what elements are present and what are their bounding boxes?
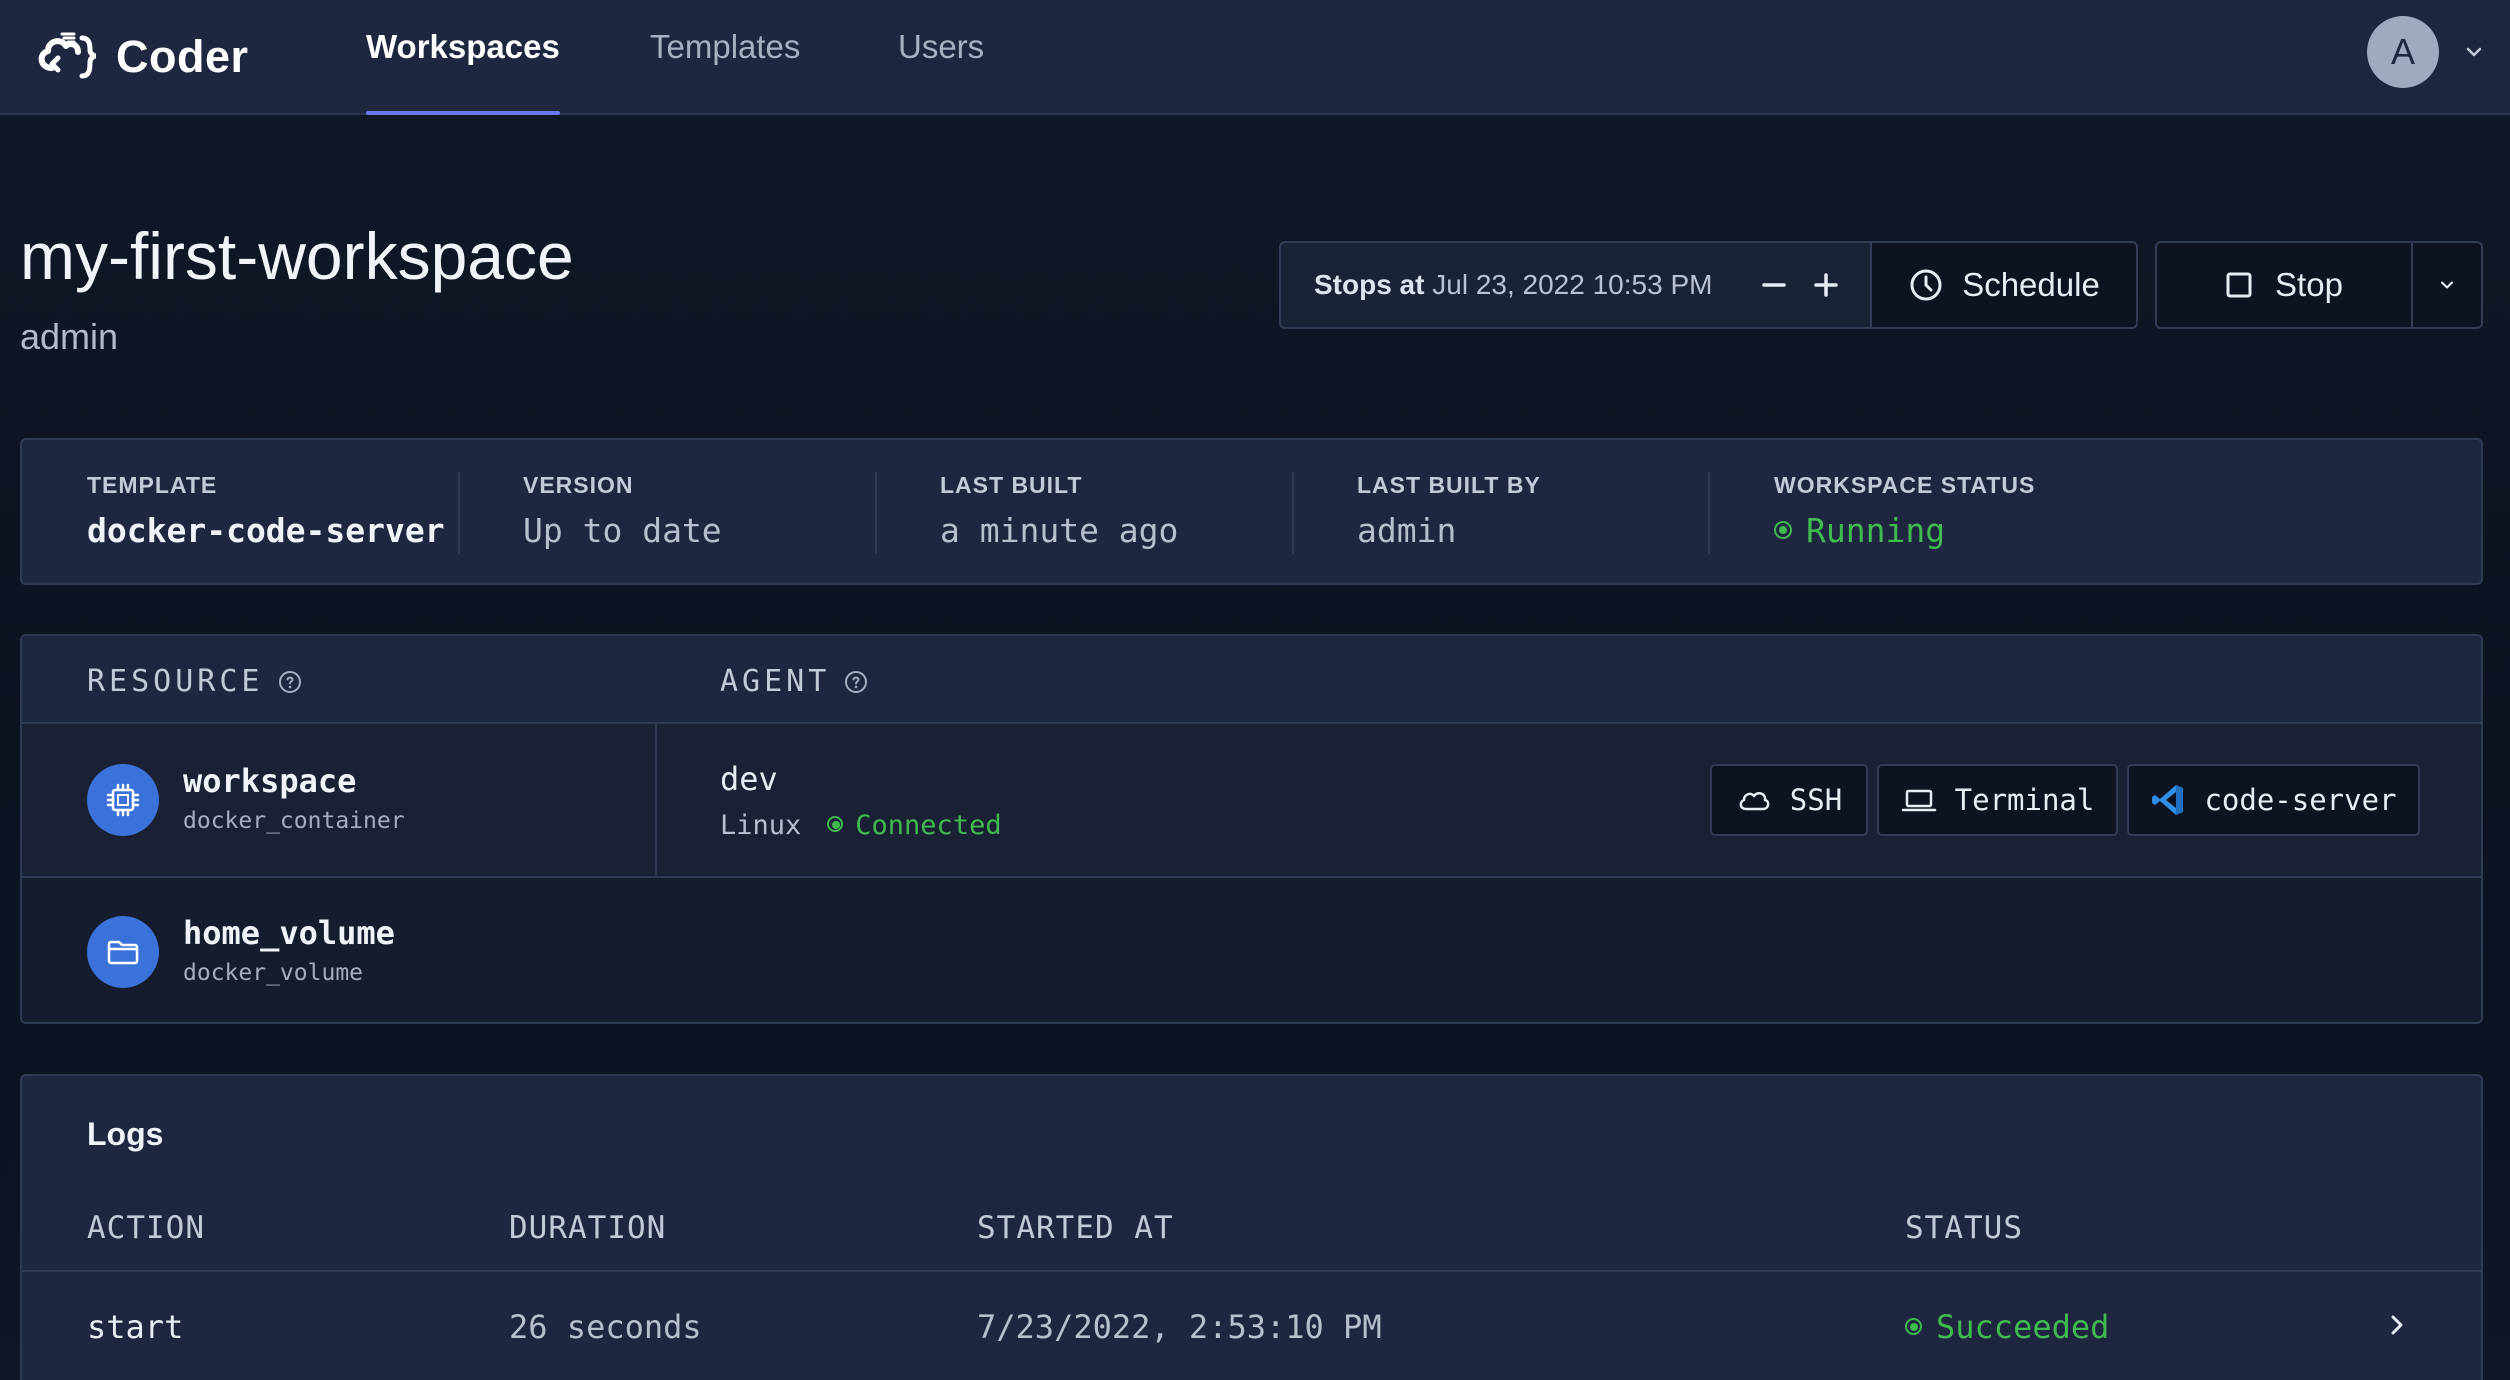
column-header-action: ACTION	[87, 1210, 205, 1246]
schedule-group: Stops at Jul 23, 2022 10:53 PM Schedule	[1279, 241, 2138, 329]
resource-name: workspace	[183, 762, 357, 800]
stop-button[interactable]: Stop	[2155, 241, 2413, 329]
decrease-deadline-button[interactable]	[1754, 265, 1794, 305]
agent-name: dev	[720, 760, 778, 798]
minus-icon	[1762, 283, 1786, 287]
cpu-chip-icon	[106, 783, 140, 817]
stop-label: Stop	[2275, 266, 2343, 303]
stat-value: Up to date	[523, 511, 722, 550]
agent-os: Linux	[720, 810, 802, 841]
chevron-down-icon	[2440, 281, 2454, 289]
app-name: Coder	[116, 31, 249, 82]
build-status-text: Succeeded	[1936, 1308, 2110, 1346]
agent-status: Connected	[827, 810, 1002, 841]
stop-square-icon	[2226, 272, 2252, 298]
stat-divider	[458, 472, 460, 554]
stat-label: LAST BUILT BY	[1357, 472, 1541, 498]
resources-table-header: RESOURCE AGENT	[22, 636, 2481, 724]
stops-at-text: Stops at Jul 23, 2022 10:53 PM	[1314, 269, 1712, 301]
column-header-started-at: STARTED AT	[977, 1210, 1174, 1246]
workspace-stats: TEMPLATE docker-code-server VERSION Up t…	[20, 438, 2483, 585]
stops-at-label: Stops at	[1314, 269, 1425, 300]
stat-last-built-by: LAST BUILT BY admin	[1357, 472, 1541, 550]
column-divider	[655, 724, 657, 878]
workspace-actions-menu-button[interactable]	[2411, 241, 2483, 329]
column-header-duration: DURATION	[509, 1210, 667, 1246]
vscode-icon	[2152, 785, 2184, 815]
build-status: Succeeded	[1905, 1308, 2109, 1346]
ssh-label: SSH	[1789, 783, 1843, 817]
nav-tab-templates[interactable]: Templates	[650, 28, 800, 115]
code-server-button[interactable]: code-server	[2127, 764, 2420, 836]
laptop-icon	[1901, 789, 1936, 812]
ssh-button[interactable]: SSH	[1710, 764, 1868, 836]
resource-avatar	[87, 916, 159, 988]
workspace-owner: admin	[20, 316, 119, 357]
help-icon[interactable]	[278, 670, 302, 694]
status-dot-icon	[827, 815, 844, 832]
stops-at-time: Jul 23, 2022 10:53 PM	[1432, 269, 1713, 300]
status-dot-icon	[1774, 520, 1792, 539]
stat-divider	[875, 472, 877, 554]
stat-workspace-status: WORKSPACE STATUS Running	[1774, 472, 2035, 550]
status-running: Running	[1774, 511, 2035, 550]
status-text: Running	[1806, 511, 1946, 550]
chevron-right-icon[interactable]	[2382, 1310, 2412, 1340]
workspace-title: my-first-workspace	[20, 219, 574, 293]
terminal-label: Terminal	[1954, 783, 2095, 817]
coder-logo[interactable]: Coder	[34, 22, 249, 92]
build-started-at: 7/23/2022, 2:53:10 PM	[977, 1308, 1382, 1346]
plus-icon	[1814, 273, 1838, 297]
nav-tab-workspaces[interactable]: Workspaces	[366, 28, 560, 115]
cloud-icon	[1739, 791, 1770, 811]
agent-column-header: AGENT	[720, 664, 868, 699]
logs-title: Logs	[87, 1116, 164, 1152]
agent-status-text: Connected	[855, 810, 1002, 841]
terminal-button[interactable]: Terminal	[1877, 764, 2118, 836]
code-server-label: code-server	[2204, 783, 2397, 817]
status-dot-icon	[1905, 1317, 1922, 1335]
stat-label: VERSION	[523, 472, 634, 498]
increase-deadline-button[interactable]	[1806, 265, 1846, 305]
resource-avatar	[87, 764, 159, 836]
build-action: start	[87, 1308, 184, 1346]
agent-header-label: AGENT	[720, 664, 831, 699]
stat-label: WORKSPACE STATUS	[1774, 472, 2036, 498]
stat-divider	[1292, 472, 1294, 554]
stat-template: TEMPLATE docker-code-server	[87, 472, 445, 550]
top-navbar: Coder Workspaces Templates Users A	[0, 0, 2510, 115]
resource-type: docker_container	[183, 808, 405, 834]
agent-meta: Linux Connected	[720, 810, 1002, 841]
stat-divider	[1708, 472, 1710, 554]
stat-version: VERSION Up to date	[523, 472, 722, 550]
folder-icon	[107, 940, 139, 965]
build-duration: 26 seconds	[509, 1308, 702, 1346]
schedule-button[interactable]: Schedule	[1870, 241, 2138, 329]
resource-row: workspace docker_container dev Linux Con…	[22, 724, 2481, 878]
resource-name: home_volume	[183, 914, 395, 952]
user-avatar[interactable]: A	[2367, 16, 2439, 88]
chevron-down-icon[interactable]	[2462, 40, 2486, 64]
resource-row: home_volume docker_volume	[22, 878, 2481, 1022]
stat-value: admin	[1357, 511, 1457, 550]
column-header-status: STATUS	[1905, 1210, 2023, 1246]
stat-value: a minute ago	[940, 511, 1179, 550]
nav-tab-users[interactable]: Users	[898, 28, 984, 115]
stat-label: LAST BUILT	[940, 472, 1083, 498]
resource-type: docker_volume	[183, 960, 364, 986]
stat-label: TEMPLATE	[87, 472, 218, 498]
resources-table: RESOURCE AGENT workspace docker_containe…	[20, 634, 2483, 1024]
template-link[interactable]: docker-code-server	[87, 511, 445, 550]
build-logs-section: Logs ACTION DURATION STARTED AT STATUS s…	[20, 1074, 2483, 1380]
stat-last-built: LAST BUILT a minute ago	[940, 472, 1178, 550]
resource-column-header: RESOURCE	[87, 664, 302, 699]
clock-icon	[1910, 269, 1942, 301]
resource-header-label: RESOURCE	[87, 664, 264, 699]
coder-logo-icon	[38, 32, 97, 79]
table-row[interactable]: start 26 seconds 7/23/2022, 2:53:10 PM S…	[22, 1270, 2481, 1380]
help-icon[interactable]	[844, 670, 868, 694]
schedule-label: Schedule	[1962, 266, 2100, 303]
